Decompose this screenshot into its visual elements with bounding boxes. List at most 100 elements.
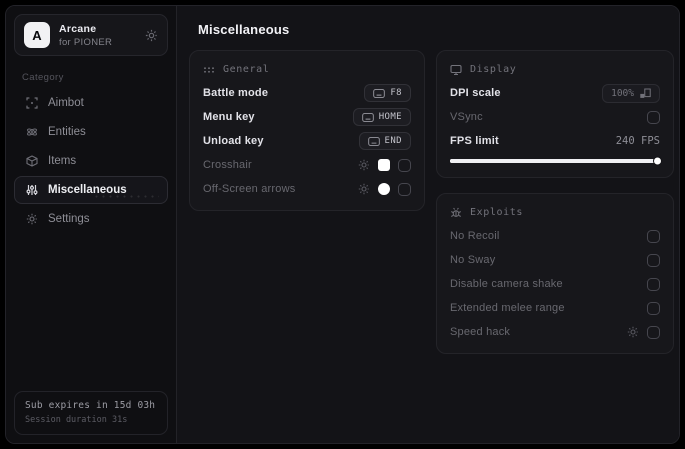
- setting-label: No Recoil: [450, 230, 500, 242]
- gear-icon[interactable]: [627, 326, 639, 338]
- gear-icon[interactable]: [358, 183, 370, 195]
- main-content: Miscellaneous General Battle mode F8 Men…: [177, 6, 679, 443]
- setting-row-extended-melee-range: Extended melee range: [450, 301, 660, 315]
- sidebar: A Arcane for PIONER Category Aimbot Enti…: [6, 6, 177, 443]
- fps-limit-slider[interactable]: [450, 157, 661, 165]
- setting-row-crosshair: Crosshair: [203, 158, 411, 172]
- setting-row-offscreen-arrows: Off-Screen arrows: [203, 182, 411, 196]
- sidebar-item-label: Settings: [48, 213, 90, 225]
- keyboard-icon: [373, 88, 386, 98]
- brand-card: A Arcane for PIONER: [14, 14, 168, 56]
- setting-label: Extended melee range: [450, 302, 565, 314]
- app-window: A Arcane for PIONER Category Aimbot Enti…: [5, 5, 680, 444]
- setting-label: Off-Screen arrows: [203, 183, 296, 195]
- setting-row-no-sway: No Sway: [450, 253, 660, 267]
- panel-display: Display DPI scale 100% VSync FPS limit 2…: [436, 50, 674, 178]
- setting-row-no-recoil: No Recoil: [450, 229, 660, 243]
- setting-row-battle-mode: Battle mode F8: [203, 84, 411, 102]
- keybind-button[interactable]: HOME: [352, 108, 411, 126]
- session-duration-text: Session duration 31s: [25, 415, 128, 425]
- keyboard-icon: [367, 136, 380, 146]
- box-icon: [25, 155, 38, 167]
- panel-title: Display: [470, 64, 517, 75]
- panel-exploits-header: Exploits: [450, 206, 660, 219]
- dpi-scale-select[interactable]: 100%: [602, 83, 660, 103]
- gear-icon: [25, 213, 38, 225]
- setting-label: Crosshair: [203, 159, 252, 171]
- no-recoil-checkbox[interactable]: [647, 229, 660, 243]
- page-title: Miscellaneous: [198, 22, 290, 37]
- no-sway-checkbox[interactable]: [647, 253, 660, 267]
- app-logo: A: [24, 22, 50, 48]
- panel-general-header: General: [203, 63, 411, 76]
- keyboard-icon: [361, 112, 374, 122]
- setting-row-speed-hack: Speed hack: [450, 325, 660, 339]
- sidebar-item-label: Items: [48, 155, 77, 167]
- setting-row-menu-key: Menu key HOME: [203, 108, 411, 126]
- keybind-value: HOME: [378, 112, 402, 122]
- app-subtitle: for PIONER: [59, 36, 113, 48]
- setting-label: Unload key: [203, 135, 264, 147]
- panel-display-header: Display: [450, 63, 660, 76]
- offscreen-arrows-checkbox[interactable]: [398, 182, 411, 196]
- brand-text: Arcane for PIONER: [59, 23, 136, 48]
- keybind-value: END: [384, 136, 402, 146]
- atom-icon: [25, 126, 38, 138]
- sidebar-item-label: Entities: [48, 126, 86, 138]
- setting-label: FPS limit: [450, 135, 499, 147]
- setting-label: No Sway: [450, 254, 496, 266]
- setting-row-dpi-scale: DPI scale 100%: [450, 83, 660, 103]
- setting-label: Disable camera shake: [450, 278, 563, 290]
- sidebar-item-miscellaneous[interactable]: Miscellaneous: [14, 176, 168, 204]
- keybind-button[interactable]: END: [358, 132, 411, 150]
- keybind-button[interactable]: F8: [364, 84, 411, 102]
- gear-icon[interactable]: [358, 159, 370, 171]
- panel-columns: General Battle mode F8 Menu key HOME Unl…: [189, 50, 674, 354]
- dpi-scale-value: 100%: [611, 87, 634, 99]
- crosshair-icon: [25, 97, 38, 109]
- setting-row-fps-limit: FPS limit 240 FPS: [450, 134, 660, 148]
- color-swatch[interactable]: [378, 183, 390, 195]
- sidebar-item-aimbot[interactable]: Aimbot: [14, 89, 168, 117]
- slider-fill: [450, 159, 660, 163]
- setting-label: Speed hack: [450, 326, 511, 338]
- panel-general: General Battle mode F8 Menu key HOME Unl…: [189, 50, 425, 211]
- right-column: Display DPI scale 100% VSync FPS limit 2…: [436, 50, 674, 354]
- panel-exploits: Exploits No Recoil No Sway Disable camer…: [436, 193, 674, 354]
- panel-title: Exploits: [470, 207, 523, 218]
- setting-row-disable-camera-shake: Disable camera shake: [450, 277, 660, 291]
- fps-limit-value: 240 FPS: [615, 135, 660, 147]
- setting-label: DPI scale: [450, 87, 501, 99]
- vsync-checkbox[interactable]: [647, 110, 660, 124]
- monitor-icon: [450, 64, 462, 76]
- settings-gear-icon[interactable]: [145, 29, 158, 42]
- crosshair-checkbox[interactable]: [398, 158, 411, 172]
- setting-row-vsync: VSync: [450, 110, 660, 124]
- panel-title: General: [223, 64, 270, 75]
- sub-expires-text: Sub expires in 15d 03h: [25, 400, 156, 411]
- category-label: Category: [22, 72, 64, 83]
- setting-label: VSync: [450, 111, 483, 123]
- bug-icon: [450, 207, 462, 219]
- sidebar-item-settings[interactable]: Settings: [14, 205, 168, 233]
- sidebar-item-entities[interactable]: Entities: [14, 118, 168, 146]
- sliders-icon: [25, 184, 38, 196]
- dots-grid-icon: [203, 64, 215, 76]
- speed-hack-checkbox[interactable]: [647, 325, 660, 339]
- extended-melee-range-checkbox[interactable]: [647, 301, 660, 315]
- app-name: Arcane: [59, 22, 97, 35]
- sidebar-item-label: Aimbot: [48, 97, 84, 109]
- scale-icon: [640, 88, 651, 99]
- disable-camera-shake-checkbox[interactable]: [647, 277, 660, 291]
- slider-handle[interactable]: [654, 157, 661, 165]
- setting-row-unload-key: Unload key END: [203, 132, 411, 150]
- setting-label: Battle mode: [203, 87, 269, 99]
- logo-letter: A: [32, 27, 42, 43]
- sidebar-item-items[interactable]: Items: [14, 147, 168, 175]
- sidebar-nav: Aimbot Entities Items Miscellaneous Sett…: [14, 89, 168, 233]
- keybind-value: F8: [390, 88, 402, 98]
- setting-label: Menu key: [203, 111, 255, 123]
- sidebar-item-label: Miscellaneous: [48, 184, 127, 196]
- color-swatch[interactable]: [378, 159, 390, 171]
- subscription-card: Sub expires in 15d 03h Session duration …: [14, 391, 168, 435]
